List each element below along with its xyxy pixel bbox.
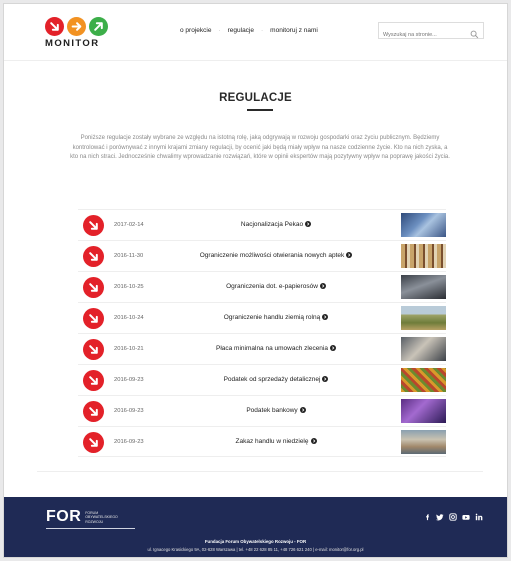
regulation-name-link[interactable]: Podatek od sprzedaży detalicznej [168,376,384,383]
monitor-logo[interactable]: MONITOR [45,17,115,53]
arrow-down-right-icon[interactable] [83,401,104,422]
regulation-thumbnail[interactable] [401,244,446,268]
regulation-name-link[interactable]: Płaca minimalna na umowach zlecenia [168,345,384,352]
nav-item-regulacje[interactable]: regulacje [228,27,254,34]
regulation-date: 2016-10-21 [114,346,144,352]
arrow-down-right-icon [45,17,64,36]
footer-org-name: Fundacja Forum Obywatelskiego Rozwoju - … [204,539,307,544]
regulation-name: Podatek bankowy [246,407,298,414]
arrow-up-right-icon [89,17,108,36]
search-box [378,22,484,43]
regulation-date: 2016-09-23 [114,439,144,445]
nav-separator: · [261,27,264,34]
for-logo-underline [46,528,135,529]
regulation-row[interactable]: 2016-09-23 Zakaz handlu w niedzielę [78,426,446,457]
header: MONITOR o projekcie · regulacje · monito… [4,4,507,60]
regulation-row[interactable]: 2016-10-25 Ograniczenia dot. e-papierosów [78,271,446,302]
regulation-thumbnail[interactable] [401,275,446,299]
content-divider [37,471,483,472]
chevron-right-icon [346,252,353,258]
regulation-name: Ograniczenie możliwości otwierania nowyc… [199,252,345,259]
regulations-list: 2017-02-14 Nacjonalizacja Pekao 2016-11-30… [78,209,446,457]
main-nav: o projekcie · regulacje · monitoruj z na… [180,27,318,34]
regulation-date: 2016-10-24 [114,315,144,321]
regulation-thumbnail[interactable] [401,213,446,237]
logo-dots [45,17,115,36]
page-title: REGULACJE [219,92,292,104]
arrow-down-right-icon[interactable] [83,370,104,391]
regulation-row[interactable]: 2016-09-23 Podatek od sprzedaży detaliczn… [78,364,446,395]
arrow-down-right-icon[interactable] [83,432,104,453]
regulation-thumbnail[interactable] [401,306,446,330]
regulation-date: 2017-02-14 [114,222,144,228]
regulation-name-link[interactable]: Ograniczenia dot. e-papierosów [168,283,384,290]
regulation-date: 2016-10-25 [114,284,144,290]
regulation-thumbnail[interactable] [401,399,446,423]
regulation-row[interactable]: 2016-09-23 Podatek bankowy [78,395,446,426]
footer-address: ul. Ignacego Krasickiego 9A, 02-628 Wars… [147,547,364,552]
arrow-down-right-icon[interactable] [83,339,104,360]
for-logo[interactable]: FOR FORUM OBYWATELSKIEGO ROZWOJU [46,509,125,525]
intro-text: Poniższe regulacje zostały wybrane ze wz… [70,135,450,160]
footer: FOR FORUM OBYWATELSKIEGO ROZWOJU Fundacj… [4,497,507,557]
arrow-right-icon [67,17,86,36]
chevron-right-icon [322,376,329,382]
arrow-down-right-icon[interactable] [83,308,104,329]
regulation-date: 2016-09-23 [114,377,144,383]
header-divider [4,60,507,61]
regulation-thumbnail[interactable] [401,368,446,392]
regulation-thumbnail[interactable] [401,337,446,361]
search-icon[interactable] [470,26,479,39]
youtube-icon[interactable] [462,513,470,521]
instagram-icon[interactable] [449,513,457,521]
chevron-right-icon [310,438,317,444]
regulation-name: Zakaz handlu w niedzielę [235,438,309,445]
regulation-name: Nacjonalizacja Pekao [240,221,304,228]
search-input[interactable] [379,27,465,43]
regulation-name-link[interactable]: Ograniczenie możliwości otwierania nowyc… [168,252,384,259]
regulation-name: Podatek od sprzedaży detalicznej [223,376,321,383]
regulation-row[interactable]: 2016-11-30 Ograniczenie możliwości otwier… [78,240,446,271]
chevron-right-icon [319,283,326,289]
regulation-row[interactable]: 2016-10-24 Ograniczenie handlu ziemią rol… [78,302,446,333]
regulation-name: Ograniczenia dot. e-papierosów [226,283,318,290]
regulation-row[interactable]: 2017-02-14 Nacjonalizacja Pekao [78,209,446,240]
for-logo-word: FOR [46,508,82,525]
regulation-thumbnail[interactable] [401,430,446,454]
chevron-right-icon [305,221,312,227]
regulation-row[interactable]: 2016-10-21 Płaca minimalna na umowach zle… [78,333,446,364]
regulation-name: Płaca minimalna na umowach zlecenia [215,345,328,352]
arrow-down-right-icon[interactable] [83,277,104,298]
nav-item-monitoruj[interactable]: monitoruj z nami [270,27,318,34]
regulation-date: 2016-11-30 [114,253,144,259]
regulation-name: Ograniczenie handlu ziemią rolną [223,314,321,321]
regulation-name-link[interactable]: Nacjonalizacja Pekao [168,221,384,228]
facebook-icon[interactable] [423,513,431,521]
arrow-down-right-icon[interactable] [83,215,104,236]
nav-item-o-projekcie[interactable]: o projekcie [180,27,211,34]
chevron-right-icon [322,314,329,320]
nav-separator: · [218,27,221,34]
regulation-name-link[interactable]: Ograniczenie handlu ziemią rolną [168,314,384,321]
page: MONITOR o projekcie · regulacje · monito… [3,3,508,558]
regulation-date: 2016-09-23 [114,408,144,414]
for-logo-subtitle: FORUM OBYWATELSKIEGO ROZWOJU [85,511,118,524]
arrow-down-right-icon[interactable] [83,246,104,267]
linkedin-icon[interactable] [475,513,483,521]
chevron-right-icon [330,345,336,351]
regulation-name-link[interactable]: Podatek bankowy [168,407,384,414]
logo-wordmark: MONITOR [45,38,100,49]
social-links [423,513,483,521]
twitter-icon[interactable] [436,513,444,521]
chevron-right-icon [299,407,306,413]
regulation-name-link[interactable]: Zakaz handlu w niedzielę [168,438,384,445]
title-underline [247,109,273,111]
